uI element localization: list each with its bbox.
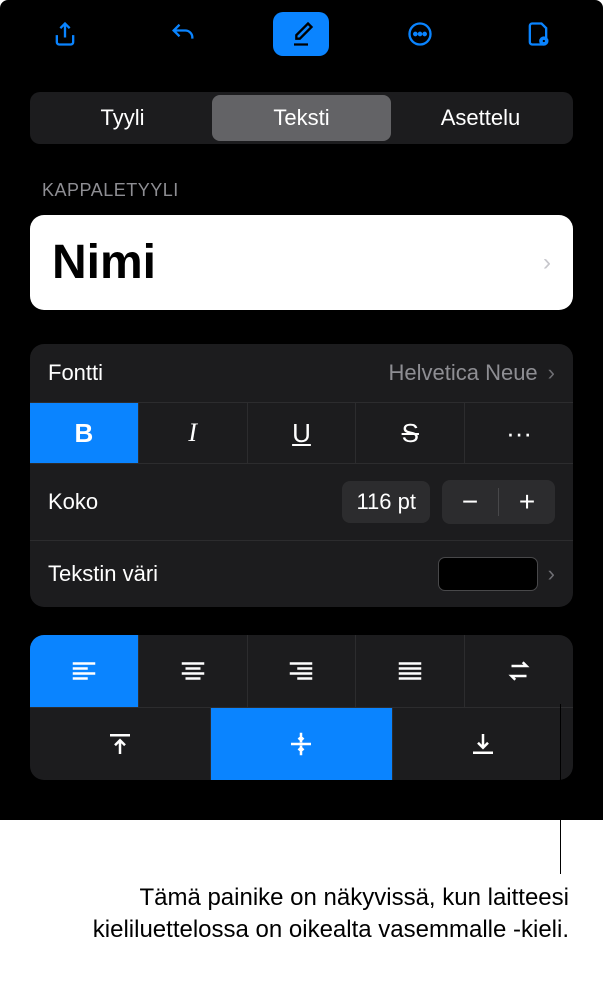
chevron-right-icon: ›: [548, 561, 555, 587]
alignment-panel: [30, 635, 573, 780]
style-buttons-row: B I U S ···: [30, 403, 573, 464]
share-button[interactable]: [37, 12, 93, 56]
size-row: Koko 116 pt − +: [30, 464, 573, 541]
paragraph-style-label: KAPPALETYYLI: [42, 180, 561, 201]
size-value[interactable]: 116 pt: [342, 481, 430, 523]
tab-text[interactable]: Teksti: [212, 95, 391, 141]
size-stepper: − +: [442, 480, 555, 524]
size-increase-button[interactable]: +: [499, 480, 555, 524]
tab-style[interactable]: Tyyli: [33, 95, 212, 141]
chevron-right-icon: ›: [543, 249, 551, 277]
document-options-button[interactable]: [510, 12, 566, 56]
align-bottom-button[interactable]: [393, 708, 573, 780]
align-right-button[interactable]: [248, 635, 357, 707]
align-left-button[interactable]: [30, 635, 139, 707]
font-row[interactable]: Fontti Helvetica Neue ›: [30, 344, 573, 403]
text-color-row[interactable]: Tekstin väri ›: [30, 541, 573, 607]
callout-leader-line: [560, 704, 561, 874]
align-middle-button[interactable]: [211, 708, 392, 780]
italic-button[interactable]: I: [139, 403, 248, 463]
align-center-button[interactable]: [139, 635, 248, 707]
more-button[interactable]: [392, 12, 448, 56]
font-panel: Fontti Helvetica Neue › B I U S ··· Koko…: [30, 344, 573, 607]
bold-button[interactable]: B: [30, 403, 139, 463]
format-tabs: Tyyli Teksti Asettelu: [30, 92, 573, 144]
font-value: Helvetica Neue: [388, 360, 537, 386]
text-color-swatch[interactable]: [438, 557, 538, 591]
paragraph-style-select[interactable]: Nimi ›: [30, 215, 573, 310]
font-label: Fontti: [48, 360, 103, 386]
align-justify-button[interactable]: [356, 635, 465, 707]
callout-text: Tämä painike on näkyvissä, kun laitteesi…: [40, 882, 569, 947]
text-color-label: Tekstin väri: [48, 561, 158, 587]
align-top-button[interactable]: [30, 708, 211, 780]
underline-button[interactable]: U: [248, 403, 357, 463]
tab-layout[interactable]: Asettelu: [391, 95, 570, 141]
undo-button[interactable]: [155, 12, 211, 56]
size-label: Koko: [48, 489, 98, 515]
more-options-button[interactable]: ···: [465, 403, 573, 463]
paragraph-style-value: Nimi: [52, 235, 156, 290]
text-direction-button[interactable]: [465, 635, 573, 707]
size-decrease-button[interactable]: −: [442, 480, 498, 524]
app-toolbar: [0, 0, 603, 74]
format-button[interactable]: [273, 12, 329, 56]
chevron-right-icon: ›: [548, 360, 555, 386]
strikethrough-button[interactable]: S: [356, 403, 465, 463]
